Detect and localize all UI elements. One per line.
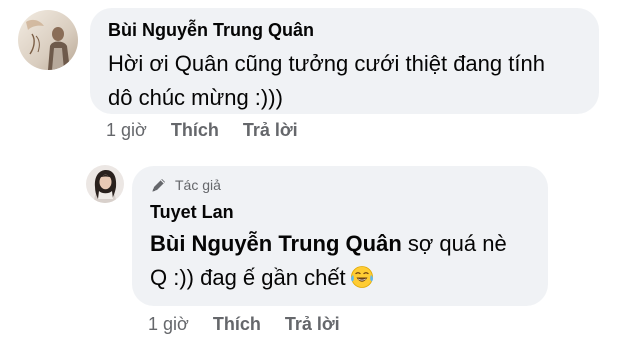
reply-actions: 1 giờ Thích Trả lời [148,313,364,335]
reply-text-line: Bùi Nguyễn Trung Quân sợ quá nè [150,227,530,261]
like-button[interactable]: Thích [213,313,261,335]
comment-actions: 1 giờ Thích Trả lời [106,119,322,141]
reply-text: Bùi Nguyễn Trung Quân sợ quá nè Q :)) đa… [150,227,530,299]
reply-button[interactable]: Trả lời [243,119,298,141]
reply-button[interactable]: Trả lời [285,313,340,335]
comment-bubble: Bùi Nguyễn Trung Quân Hời ơi Quân cũng t… [90,8,599,114]
like-button[interactable]: Thích [171,119,219,141]
face-with-tears-of-joy-icon [350,265,374,299]
author-badge: Tác giả [150,175,530,195]
comment-author-name[interactable]: Bùi Nguyễn Trung Quân [108,19,581,41]
mention-link[interactable]: Bùi Nguyễn Trung Quân [150,231,402,256]
comment-timestamp[interactable]: 1 giờ [106,119,147,141]
comment-text-line: Hời ơi Quân cũng tưởng cưới thiệt đang t… [108,51,545,76]
reply-text-segment: sợ quá nè [401,231,507,256]
comment-text: Hời ơi Quân cũng tưởng cưới thiệt đang t… [108,47,581,115]
pencil-icon [150,176,168,194]
reply-author-name[interactable]: Tuyet Lan [150,201,530,223]
reply-text-segment: Q :)) đag ế gần chết [150,265,346,290]
album-cover-avatar-image [18,10,78,70]
author-badge-label: Tác giả [175,177,221,193]
comment-text-line: dô chúc mừng :))) [108,85,283,110]
commenter-avatar[interactable] [18,10,78,70]
profile-photo-image [86,165,124,203]
reply-timestamp[interactable]: 1 giờ [148,313,189,335]
reply-text-line: Q :)) đag ế gần chết [150,261,530,299]
reply-bubble: Tác giả Tuyet Lan Bùi Nguyễn Trung Quân … [132,166,548,306]
reply-author-avatar[interactable] [86,165,124,203]
